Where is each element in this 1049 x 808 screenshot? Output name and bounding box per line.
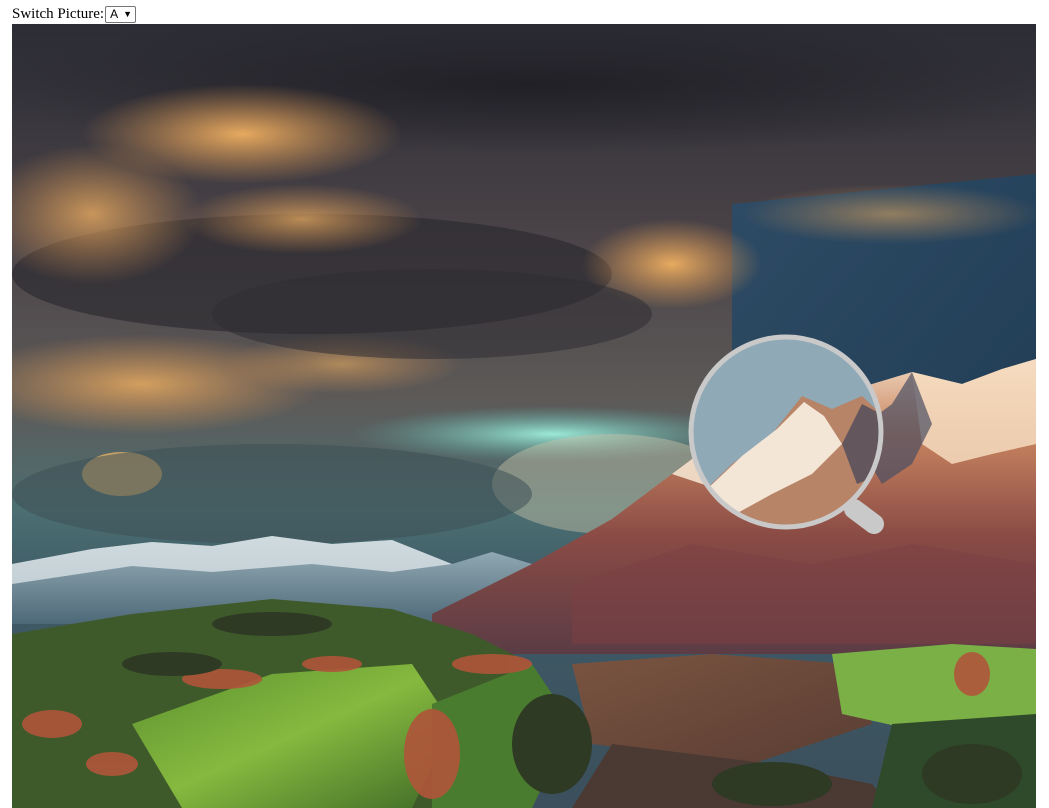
picture-select[interactable]: A ▼: [105, 5, 137, 23]
landscape-photo-art: [12, 24, 1036, 808]
landscape-photo: [12, 24, 1036, 808]
picture-switcher: Switch Picture: A ▼: [12, 4, 137, 24]
chevron-down-icon: ▼: [123, 8, 133, 19]
picture-select-value: A: [110, 7, 119, 21]
switch-picture-label: Switch Picture:: [12, 6, 105, 22]
